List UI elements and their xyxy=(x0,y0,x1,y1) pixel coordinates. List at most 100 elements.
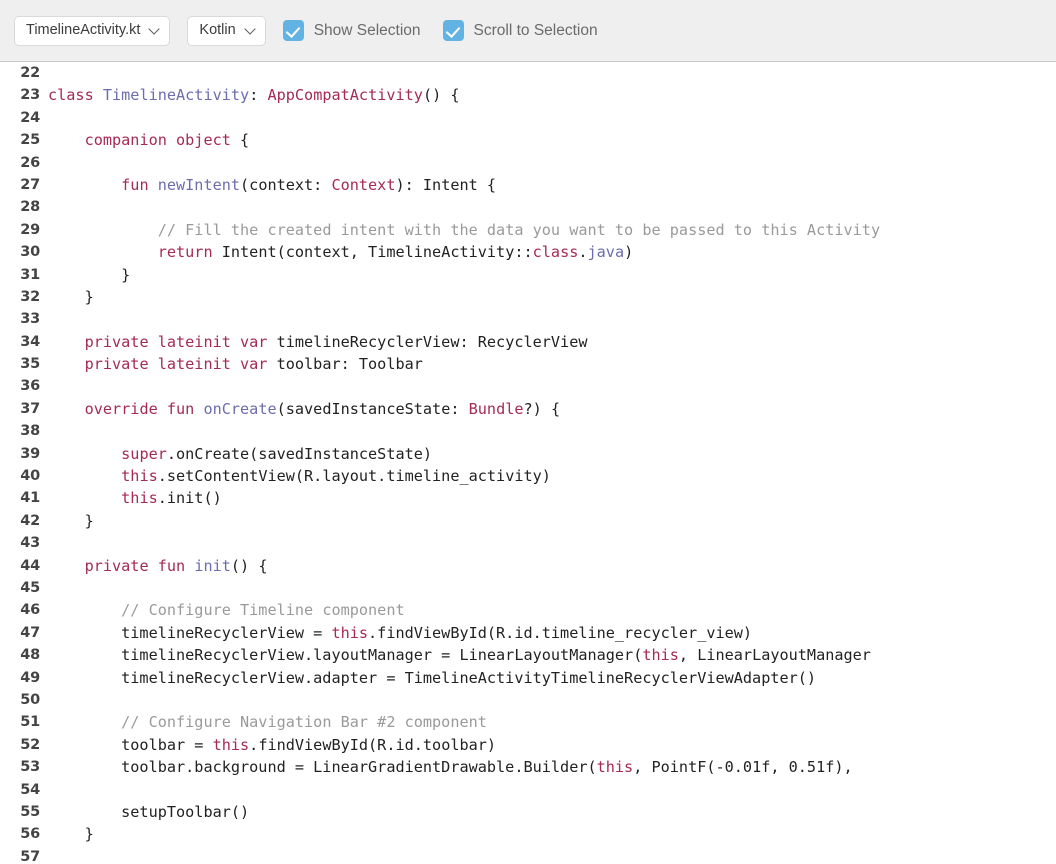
chevron-down-icon xyxy=(149,24,160,35)
code-line[interactable]: 23 class TimelineActivity: AppCompatActiv… xyxy=(0,84,1056,106)
line-number: 51 xyxy=(20,714,40,731)
line-number: 38 xyxy=(20,423,40,440)
line-content: this.init() xyxy=(40,487,222,509)
code-line[interactable]: 41 this.init() xyxy=(0,487,1056,509)
code-token: toolbar: Toolbar xyxy=(267,355,423,374)
code-token: { xyxy=(230,131,250,150)
code-token: .findViewById(R.id.toolbar) xyxy=(249,735,497,754)
code-line[interactable]: 42 } xyxy=(0,510,1056,532)
code-line[interactable]: 30 return Intent(context, TimelineActivi… xyxy=(0,241,1056,263)
code-line[interactable]: 22 xyxy=(0,62,1056,84)
line-number: 47 xyxy=(20,624,40,641)
code-line[interactable]: 31 } xyxy=(0,264,1056,286)
line-number: 37 xyxy=(20,400,40,417)
scroll-to-selection-checkbox[interactable] xyxy=(442,20,464,41)
line-content xyxy=(40,152,48,174)
line-number: 34 xyxy=(20,333,40,350)
code-line[interactable]: 36 xyxy=(0,375,1056,397)
code-line[interactable]: 56 } xyxy=(0,823,1056,845)
code-line[interactable]: 44 private fun init() { xyxy=(0,555,1056,577)
code-line[interactable]: 34 private lateinit var timelineRecycler… xyxy=(0,331,1056,353)
code-line[interactable]: 26 xyxy=(0,152,1056,174)
code-line[interactable]: 47 timelineRecyclerView = this.findViewB… xyxy=(0,622,1056,644)
line-content: timelineRecyclerView.layoutManager = Lin… xyxy=(40,644,871,666)
line-number: 48 xyxy=(20,647,40,664)
code-line[interactable]: 57 xyxy=(0,846,1056,864)
editor-toolbar: TimelineActivity.kt Kotlin Show Selectio… xyxy=(0,0,1056,62)
line-number: 35 xyxy=(20,356,40,373)
code-token: } xyxy=(48,825,94,844)
code-token: .onCreate(savedInstanceState) xyxy=(166,444,433,463)
code-token: ?) { xyxy=(523,399,561,418)
show-selection-checkbox-group[interactable]: Show Selection xyxy=(282,20,421,41)
code-line[interactable]: 54 xyxy=(0,779,1056,801)
code-line[interactable]: 33 xyxy=(0,308,1056,330)
code-line[interactable]: 43 xyxy=(0,532,1056,554)
code-token: this xyxy=(212,735,250,754)
line-content: } xyxy=(40,510,94,532)
code-line[interactable]: 50 xyxy=(0,689,1056,711)
code-line[interactable]: 45 xyxy=(0,577,1056,599)
line-number: 28 xyxy=(20,199,40,216)
code-line[interactable]: 51 // Configure Navigation Bar #2 compon… xyxy=(0,711,1056,733)
code-token: ): Intent { xyxy=(395,175,497,194)
line-number: 26 xyxy=(20,154,40,171)
code-token: Context xyxy=(331,175,396,194)
line-content: } xyxy=(40,264,130,286)
code-token: toolbar = xyxy=(48,735,213,754)
scroll-to-selection-checkbox-group[interactable]: Scroll to Selection xyxy=(442,20,598,41)
code-token: private lateinit var xyxy=(84,332,268,351)
code-line[interactable]: 40 this.setContentView(R.layout.timeline… xyxy=(0,465,1056,487)
chevron-down-icon xyxy=(245,24,256,35)
line-content: companion object { xyxy=(40,129,250,151)
code-line[interactable]: 37 override fun onCreate(savedInstanceSt… xyxy=(0,398,1056,420)
code-line[interactable]: 49 timelineRecyclerView.adapter = Timeli… xyxy=(0,667,1056,689)
line-number: 52 xyxy=(20,736,40,753)
code-line[interactable]: 28 xyxy=(0,196,1056,218)
code-token: // Fill the created intent with the data… xyxy=(157,220,881,239)
file-select[interactable]: TimelineActivity.kt xyxy=(14,15,171,46)
code-line[interactable]: 24 xyxy=(0,107,1056,129)
code-line[interactable]: 48 timelineRecyclerView.layoutManager = … xyxy=(0,644,1056,666)
code-line[interactable]: 25 companion object { xyxy=(0,129,1056,151)
code-token: . xyxy=(578,243,588,262)
code-line[interactable]: 35 private lateinit var toolbar: Toolbar xyxy=(0,353,1056,375)
code-line[interactable]: 32 } xyxy=(0,286,1056,308)
code-line[interactable]: 27 fun newIntent(context: Context): Inte… xyxy=(0,174,1056,196)
line-content: fun newIntent(context: Context): Intent … xyxy=(40,174,496,196)
line-content: super.onCreate(savedInstanceState) xyxy=(40,443,432,465)
line-content: // Fill the created intent with the data… xyxy=(40,219,880,241)
show-selection-checkbox[interactable] xyxy=(282,20,304,41)
code-token: companion object xyxy=(84,131,231,150)
code-token: this xyxy=(642,646,679,665)
code-editor[interactable]: 22 23 class TimelineActivity: AppCompatAct… xyxy=(0,62,1056,864)
code-line-list: 22 23 class TimelineActivity: AppCompatAct… xyxy=(0,62,1056,864)
line-content xyxy=(40,532,48,554)
code-token: , LinearLayoutManager xyxy=(678,646,871,665)
code-line[interactable]: 55 setupToolbar() xyxy=(0,801,1056,823)
line-content: timelineRecyclerView = this.findViewById… xyxy=(40,622,752,644)
line-content: setupToolbar() xyxy=(40,801,249,823)
code-line[interactable]: 38 xyxy=(0,420,1056,442)
line-number: 39 xyxy=(20,445,40,462)
code-line[interactable]: 39 super.onCreate(savedInstanceState) xyxy=(0,443,1056,465)
code-token: timelineRecyclerView: RecyclerView xyxy=(267,332,588,351)
code-line[interactable]: 29 // Fill the created intent with the d… xyxy=(0,219,1056,241)
code-token: init xyxy=(194,556,231,575)
line-content: timelineRecyclerView.adapter = TimelineA… xyxy=(40,667,816,689)
line-content: } xyxy=(40,823,94,845)
code-line[interactable]: 53 toolbar.background = LinearGradientDr… xyxy=(0,756,1056,778)
line-number: 27 xyxy=(20,176,40,193)
language-select[interactable]: Kotlin xyxy=(187,15,266,46)
code-token: setupToolbar() xyxy=(48,802,250,821)
code-token: .findViewById(R.id.timeline_recycler_vie… xyxy=(368,623,753,642)
line-number: 36 xyxy=(20,378,40,395)
code-token: } xyxy=(48,265,131,284)
code-line[interactable]: 46 // Configure Timeline component xyxy=(0,599,1056,621)
code-token: // Configure Navigation Bar #2 component xyxy=(121,713,487,732)
code-line[interactable]: 52 toolbar = this.findViewById(R.id.tool… xyxy=(0,734,1056,756)
